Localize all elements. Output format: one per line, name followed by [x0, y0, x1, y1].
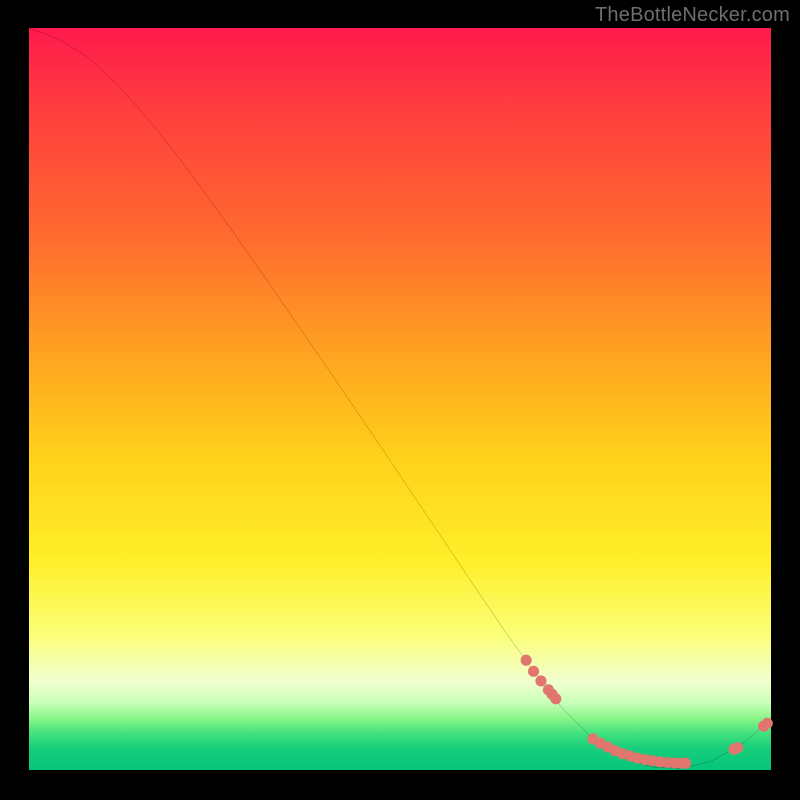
watermark-text: TheBottleNecker.com: [595, 4, 790, 27]
data-point: [528, 666, 539, 677]
data-markers: [521, 655, 773, 769]
data-point: [680, 758, 691, 769]
chart-svg: [29, 28, 771, 770]
bottleneck-curve: [29, 28, 771, 769]
data-point: [762, 718, 773, 729]
data-point: [550, 693, 561, 704]
chart-stage: TheBottleNecker.com: [0, 0, 800, 800]
data-point: [521, 655, 532, 666]
plot-area: [29, 28, 771, 770]
data-point: [535, 675, 546, 686]
data-point: [732, 742, 743, 753]
